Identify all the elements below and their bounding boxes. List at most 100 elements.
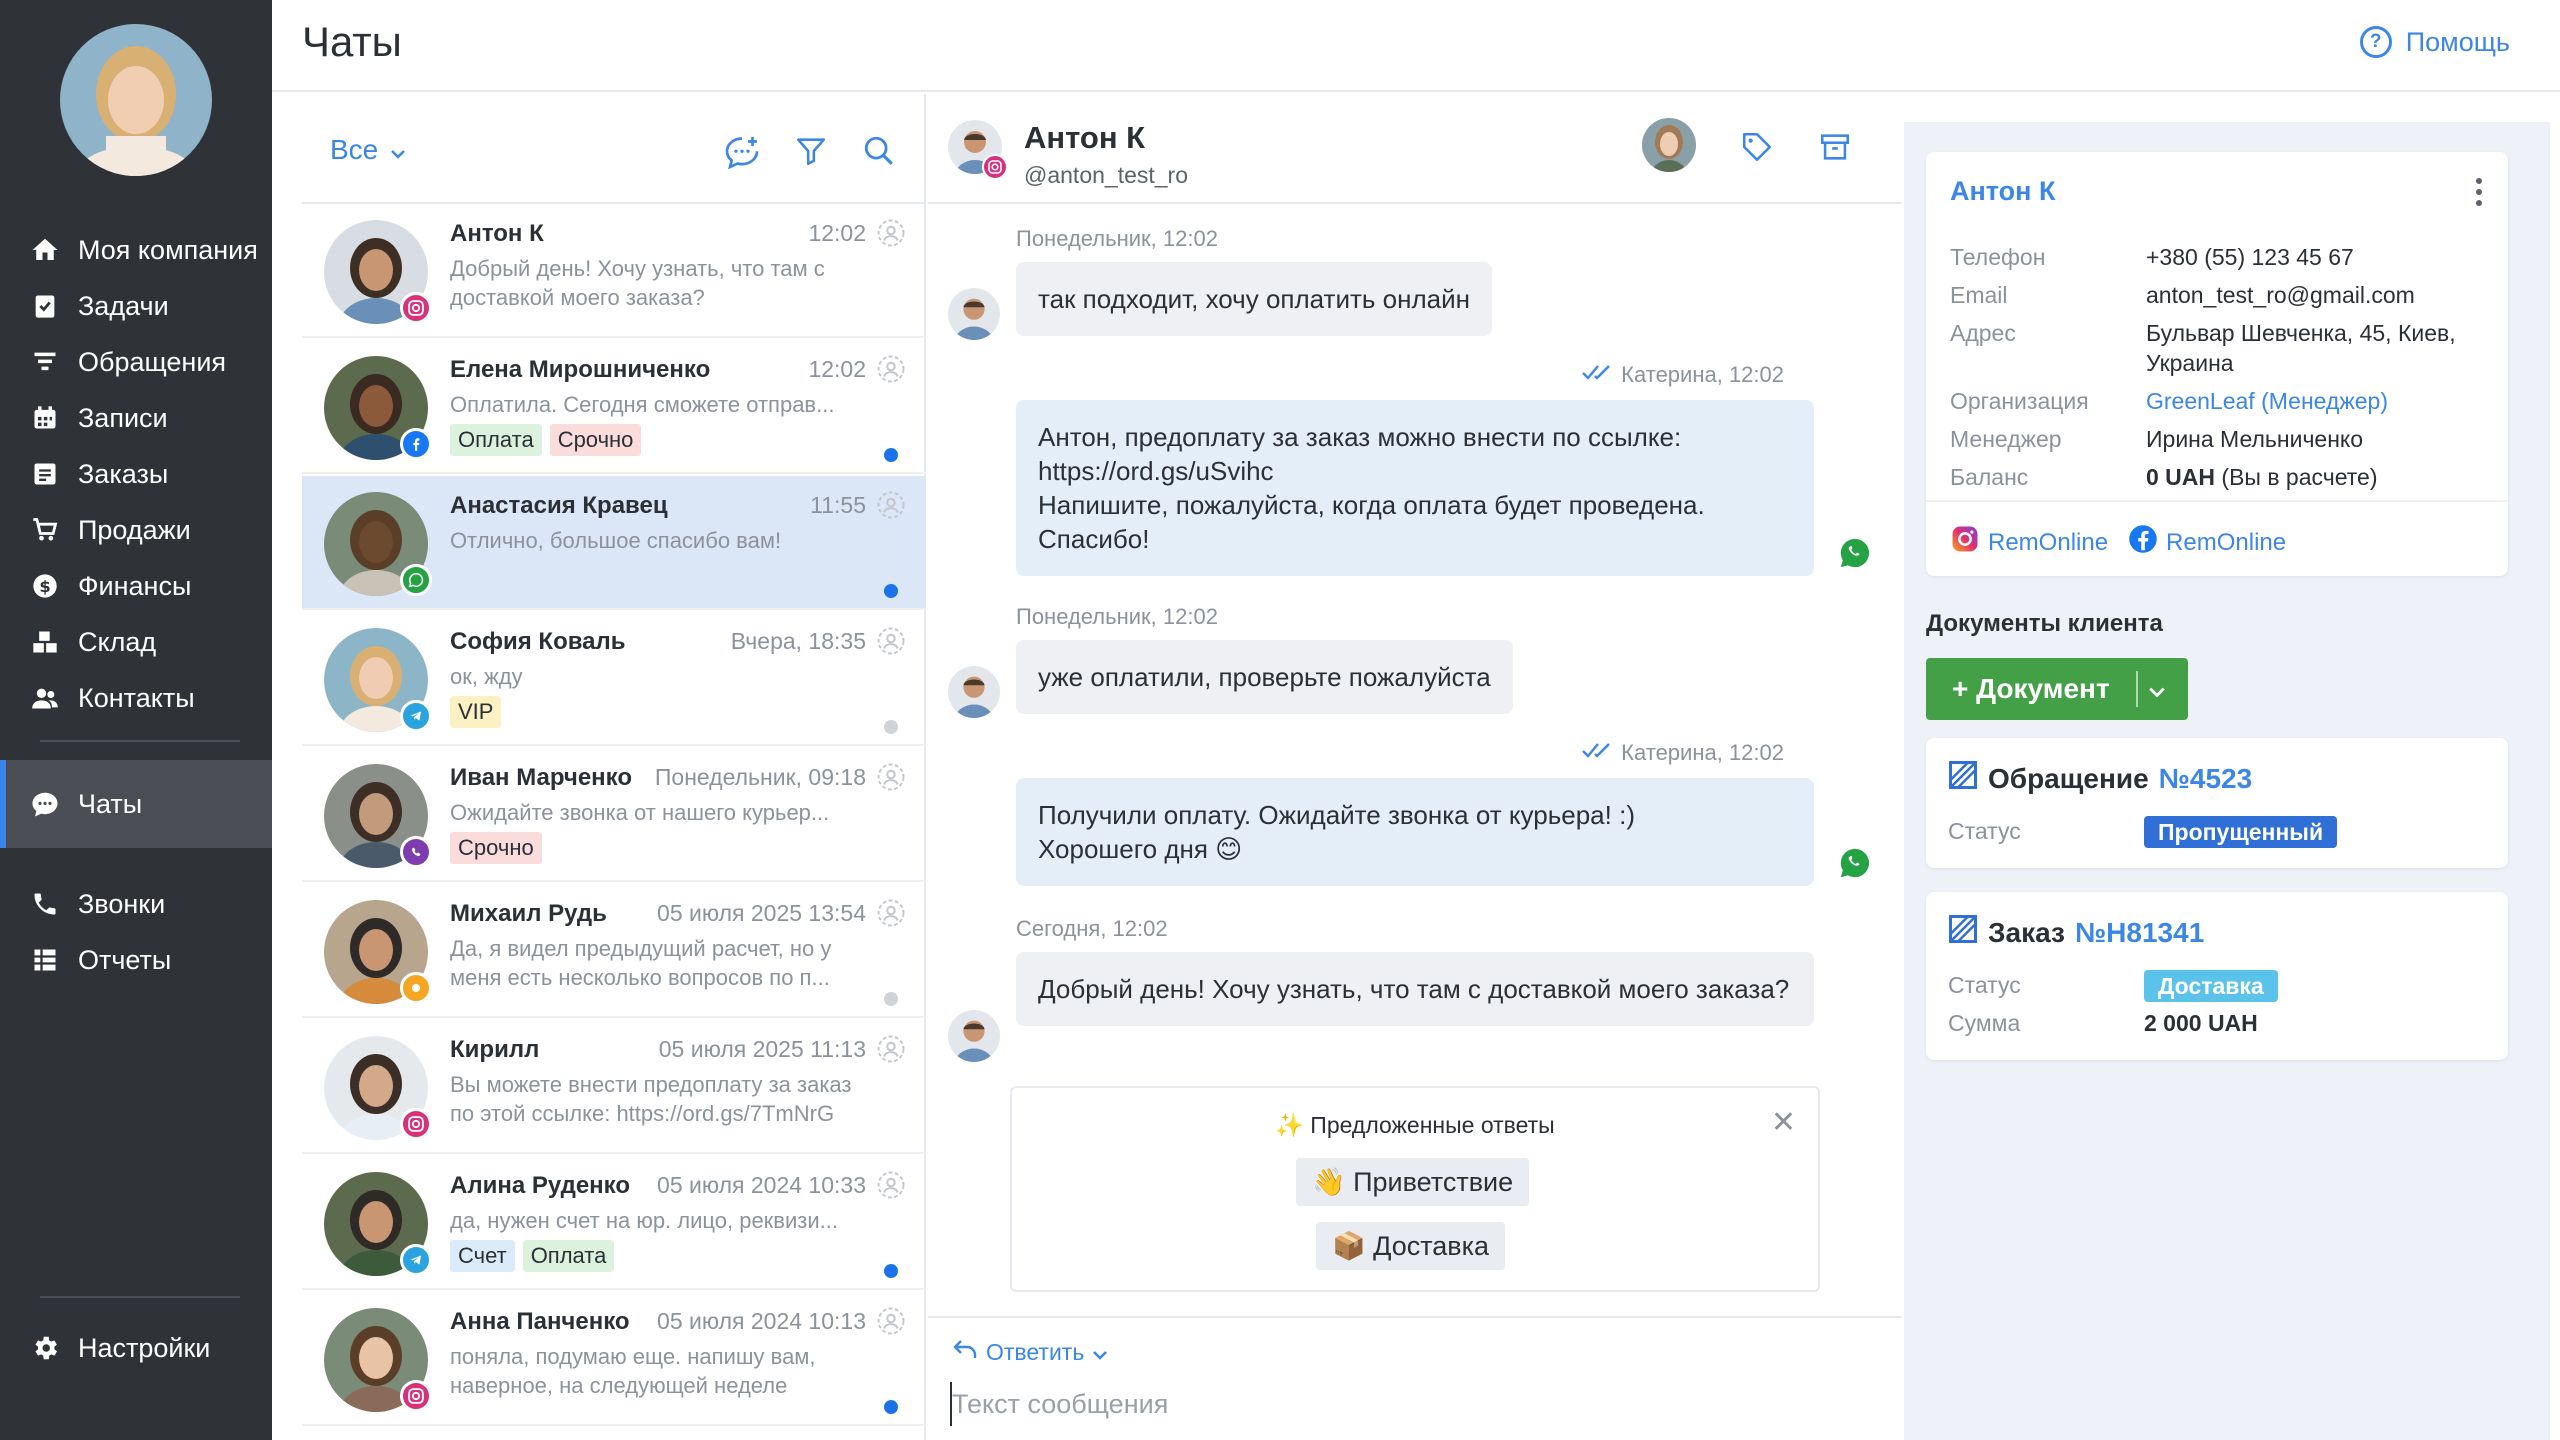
suggested-replies: ✨ Предложенные ответы ✕ 👋 Приветствие 📦 … bbox=[1010, 1086, 1820, 1292]
assign-user-icon[interactable] bbox=[876, 898, 906, 928]
assign-user-icon[interactable] bbox=[876, 354, 906, 384]
field-value: Ирина Мельниченко bbox=[2146, 426, 2364, 452]
assign-user-icon[interactable] bbox=[876, 218, 906, 248]
chat-list-header: Все bbox=[302, 94, 926, 204]
document-card-request[interactable]: Обращение №4523 Статус Пропущенный bbox=[1926, 738, 2508, 868]
chat-last-message: Добрый день! Хочу узнать, что там с дост… bbox=[450, 256, 825, 310]
new-chat-icon[interactable] bbox=[724, 134, 760, 175]
field-value: 2 000 UAH bbox=[2144, 1010, 2258, 1036]
page-title: Чаты bbox=[302, 18, 402, 65]
chat-list-item[interactable]: Елена Мирошниченко 12:02 Оплатила. Сегодня… bbox=[302, 340, 926, 474]
chat-timestamp: Вчера, 18:35 bbox=[730, 628, 866, 654]
organization-link[interactable]: GreenLeaf (Менеджер) bbox=[2146, 386, 2506, 416]
assign-user-icon[interactable] bbox=[876, 1170, 906, 1200]
suggestion-greeting[interactable]: 👋 Приветствие bbox=[1296, 1158, 1530, 1206]
assignee-avatar[interactable] bbox=[1642, 118, 1696, 172]
conversation-actions bbox=[1642, 118, 1852, 172]
sidebar-item-contacts[interactable]: Контакты bbox=[0, 654, 272, 742]
chat-list-item[interactable]: Кирилл 05 июля 2025 11:13 Вы можете внести… bbox=[302, 1020, 926, 1154]
question-icon: ? bbox=[2359, 26, 2392, 58]
button-divider bbox=[2135, 671, 2138, 707]
social-link-instagram[interactable]: RemOnline bbox=[1950, 524, 2108, 561]
viber-icon bbox=[400, 836, 432, 868]
chat-tag[interactable]: Счет bbox=[450, 1240, 515, 1272]
sender-avatar bbox=[948, 666, 1000, 718]
chat-filter-dropdown[interactable]: Все bbox=[330, 134, 406, 166]
assign-user-icon[interactable] bbox=[876, 1034, 906, 1064]
archive-icon[interactable] bbox=[1818, 130, 1852, 169]
help-link[interactable]: ? Помощь bbox=[2359, 26, 2510, 58]
social-link-facebook[interactable]: RemOnline bbox=[2128, 524, 2286, 561]
document-card-order[interactable]: Заказ №H81341 Статус Доставка Сумма 2 00… bbox=[1926, 892, 2508, 1060]
sidebar-item-chats[interactable]: Чаты bbox=[0, 760, 272, 848]
chat-tags: Счет Оплата bbox=[450, 1240, 615, 1272]
help-label: Помощь bbox=[2405, 26, 2510, 57]
chat-tag[interactable]: Срочно bbox=[450, 832, 542, 864]
field-label: Статус bbox=[1948, 818, 2021, 844]
chevron-down-icon bbox=[1092, 1339, 1108, 1366]
chat-list-item[interactable]: София Коваль Вчера, 18:35 ок, жду VIP bbox=[302, 612, 926, 746]
document-title: Обращение №4523 bbox=[1948, 760, 2252, 797]
suggestion-delivery[interactable]: 📦 Доставка bbox=[1316, 1222, 1506, 1270]
filter-icon[interactable] bbox=[794, 134, 828, 175]
chat-list-item[interactable]: Михаил Рудь 05 июля 2025 13:54 Да, я видел… bbox=[302, 884, 926, 1018]
message-bubble-outgoing: Получили оплату. Ожидайте звонка от курь… bbox=[1016, 778, 1814, 886]
instagram-icon bbox=[400, 1380, 432, 1412]
assign-user-icon[interactable] bbox=[876, 762, 906, 792]
chat-list-item[interactable]: Анастасия Кравец 11:55 Отлично, большое сп… bbox=[302, 476, 926, 610]
client-documents-title: Документы клиента bbox=[1926, 610, 2163, 637]
kebab-menu-icon[interactable] bbox=[2474, 176, 2484, 208]
chat-list-item[interactable]: Иван Марченко Понедельник, 09:18 Ожидайте … bbox=[302, 748, 926, 882]
reply-channel-dropdown[interactable]: Ответить bbox=[952, 1338, 1108, 1366]
field-label: Телефон bbox=[1950, 244, 2046, 270]
document-number[interactable]: №H81341 bbox=[2075, 917, 2204, 949]
tag-icon[interactable] bbox=[1740, 130, 1774, 169]
whatsapp-icon bbox=[1838, 846, 1872, 880]
message-meta-text: Катерина, 12:02 bbox=[1621, 740, 1784, 765]
chat-avatar bbox=[324, 492, 432, 596]
chat-avatar bbox=[324, 628, 432, 732]
add-document-button[interactable]: + Документ bbox=[1926, 658, 2188, 720]
chat-tag[interactable]: VIP bbox=[450, 696, 502, 728]
chat-list-item[interactable]: Антон К 12:02 Добрый день! Хочу узнать, чт… bbox=[302, 204, 926, 338]
instagram-icon bbox=[400, 292, 432, 324]
chat-list-item[interactable]: Алина Руденко 05 июля 2024 10:33 да, нужен… bbox=[302, 1156, 926, 1290]
assign-user-icon[interactable] bbox=[876, 1306, 906, 1336]
chevron-down-icon[interactable] bbox=[2148, 673, 2166, 705]
chat-tags: Срочно bbox=[450, 832, 542, 864]
chat-contact-name: Анастасия Кравец bbox=[450, 492, 668, 519]
message-composer: Ответить bbox=[928, 1316, 1902, 1440]
sidebar-item-label: Обращения bbox=[78, 346, 227, 377]
field-label: Email bbox=[1950, 282, 2008, 308]
sidebar-item-label: Записи bbox=[78, 402, 168, 433]
chat-timestamp: 05 июля 2024 10:13 bbox=[657, 1308, 866, 1334]
chat-tag[interactable]: Оплата bbox=[522, 1240, 615, 1272]
chat-contact-name: Елена Мирошниченко bbox=[450, 356, 711, 383]
user-avatar[interactable] bbox=[60, 24, 212, 176]
chat-tag[interactable]: Оплата bbox=[450, 424, 542, 456]
sidebar-item-reports[interactable]: Отчеты bbox=[0, 916, 272, 1004]
search-icon[interactable] bbox=[862, 134, 896, 175]
social-label: RemOnline bbox=[1988, 528, 2109, 556]
assign-user-icon[interactable] bbox=[876, 626, 906, 656]
sidebar-item-label: Звонки bbox=[78, 888, 166, 919]
unread-indicator bbox=[884, 1400, 898, 1414]
chat-list-item[interactable]: Анна Панченко 05 июля 2024 10:13 поняла, п… bbox=[302, 1292, 926, 1426]
sidebar-item-label: Контакты bbox=[78, 682, 195, 713]
document-number[interactable]: №4523 bbox=[2159, 763, 2253, 795]
unread-indicator bbox=[884, 584, 898, 598]
contact-username: @anton_test_ro bbox=[1024, 162, 1189, 188]
telegram-icon bbox=[400, 700, 432, 732]
field-value: Пропущенный bbox=[2144, 816, 2504, 848]
assign-user-icon[interactable] bbox=[876, 490, 906, 520]
chat-tag[interactable]: Срочно bbox=[549, 424, 642, 456]
sidebar-item-label: Отчеты bbox=[78, 944, 172, 975]
close-icon[interactable]: ✕ bbox=[1771, 1108, 1796, 1138]
chevron-down-icon bbox=[390, 134, 406, 166]
chat-avatar bbox=[324, 1036, 432, 1140]
sidebar-item-settings[interactable]: Настройки bbox=[0, 1304, 272, 1392]
contact-card-name[interactable]: Антон К bbox=[1950, 176, 2055, 207]
conversation-header: Антон К @anton_test_ro bbox=[928, 94, 1902, 204]
message-input[interactable] bbox=[950, 1382, 1850, 1426]
table-icon bbox=[28, 943, 62, 977]
